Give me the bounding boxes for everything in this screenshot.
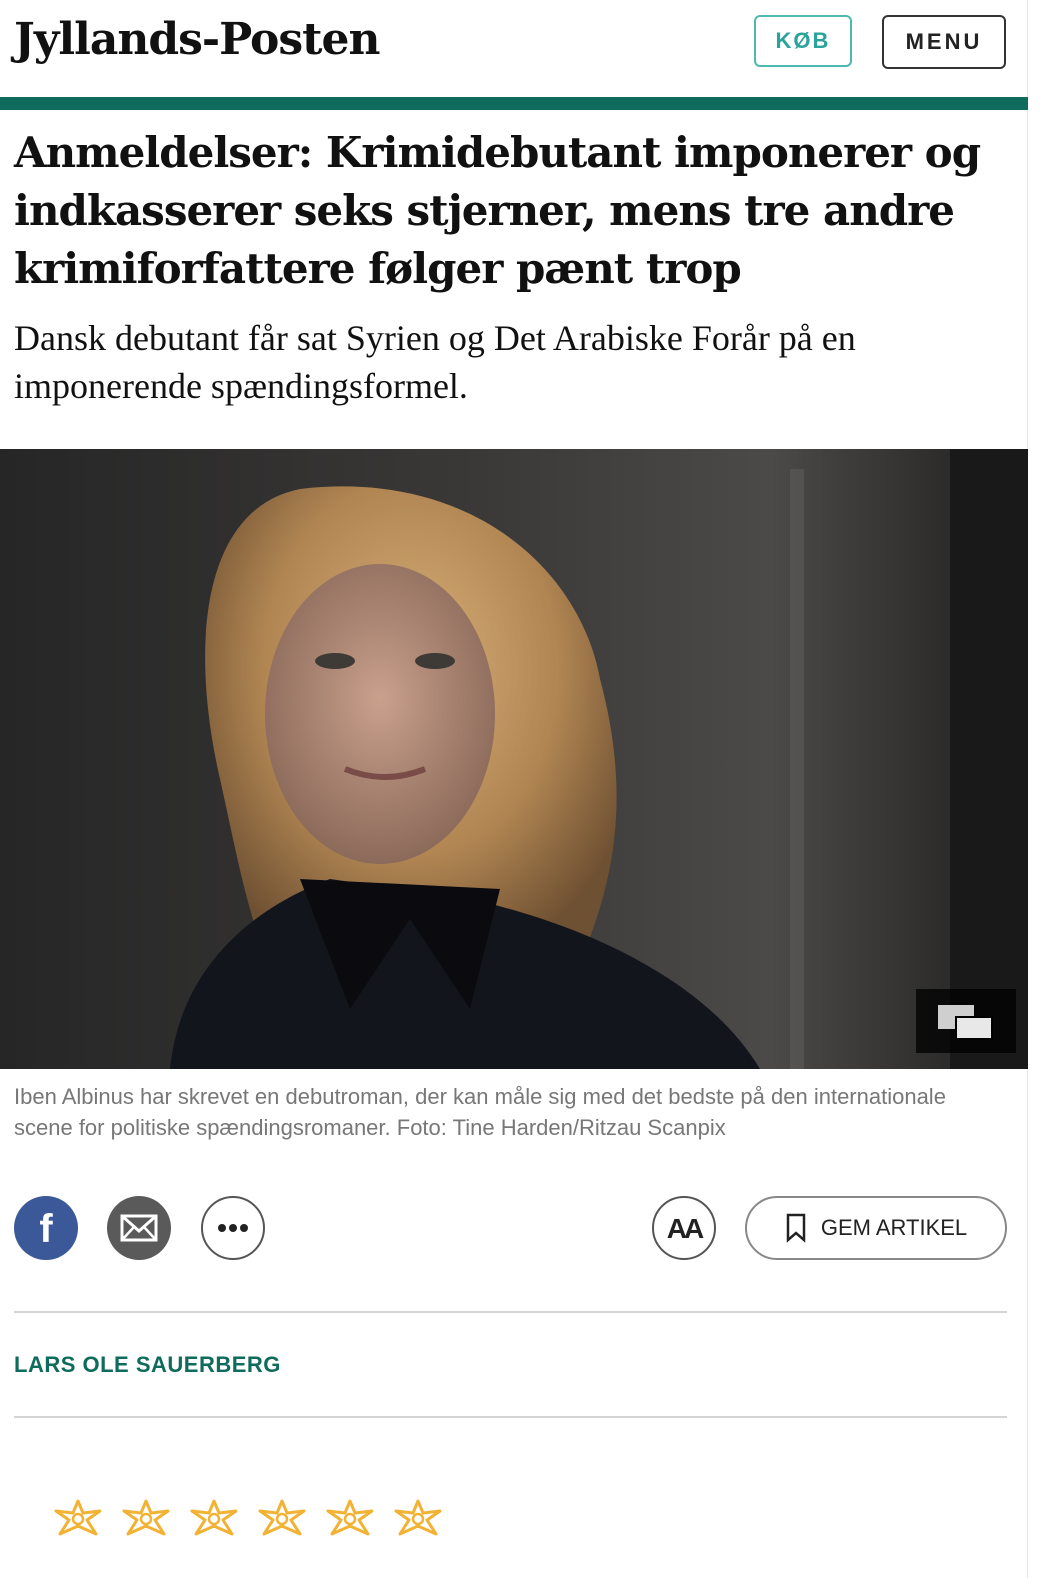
photo-caption: Iben Albinus har skrevet en debutroman, … <box>14 1084 946 1140</box>
header-accent-bar <box>0 97 1028 110</box>
article-photo[interactable] <box>0 449 1028 1069</box>
bookmark-icon <box>786 1213 806 1243</box>
share-more-button[interactable] <box>201 1196 265 1260</box>
facebook-icon: f <box>39 1207 53 1251</box>
share-facebook-button[interactable]: f <box>14 1196 78 1260</box>
share-toolbar: f AA GEM ARTIKEL <box>0 1192 1028 1262</box>
star-icon <box>54 1499 102 1536</box>
star-icon <box>190 1499 238 1536</box>
article-subheadline: Dansk debutant får sat Syrien og Det Ara… <box>14 318 856 406</box>
site-logo[interactable]: Jyllands-Posten <box>14 14 380 65</box>
save-article-label: GEM ARTIKEL <box>820 1215 968 1240</box>
star-icon <box>258 1499 306 1536</box>
text-size-icon: AA <box>667 1213 707 1244</box>
svg-text:AA: AA <box>667 1213 704 1244</box>
svg-text:f: f <box>39 1207 53 1251</box>
buy-button[interactable]: KØB <box>754 15 852 67</box>
star-icon <box>326 1499 374 1536</box>
gallery-icon <box>938 1005 993 1040</box>
mail-icon <box>120 1214 158 1242</box>
site-header: Jyllands-Posten KØB MENU <box>0 0 1028 97</box>
more-icon <box>218 1224 248 1232</box>
page-edge <box>1027 0 1040 1578</box>
article-author[interactable]: LARS OLE SAUERBERG <box>14 1352 281 1378</box>
save-article-button[interactable]: GEM ARTIKEL <box>745 1196 1007 1260</box>
author-portrait <box>0 449 1028 1069</box>
share-mail-button[interactable] <box>107 1196 171 1260</box>
star-icon <box>394 1499 442 1536</box>
menu-button[interactable]: MENU <box>882 15 1006 69</box>
article-headline: Anmeldelser: Krimidebutant imponerer og … <box>14 128 981 293</box>
gallery-badge[interactable] <box>916 989 1016 1053</box>
text-size-button[interactable]: AA <box>652 1196 716 1260</box>
divider-bottom <box>14 1416 1007 1418</box>
star-icon <box>122 1499 170 1536</box>
divider-top <box>14 1311 1007 1313</box>
